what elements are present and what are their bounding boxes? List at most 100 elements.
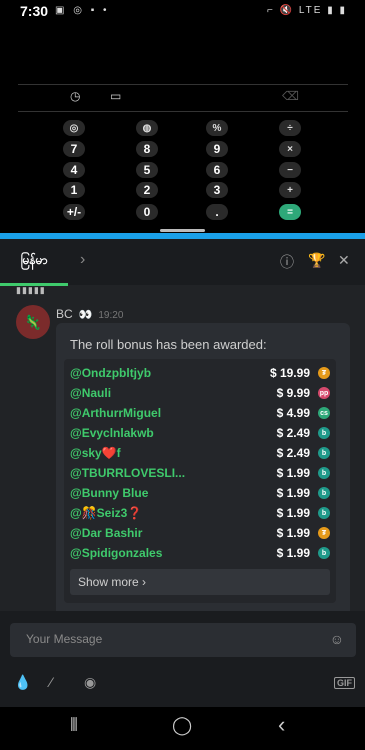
user-mention[interactable]: @sky❤️f [70,446,121,460]
currency-icon: ₮ [318,527,330,539]
status-bar: 7:30 ▣ ◎ ▪ • ⌐ 🔇 LTE ▮ ▮ [0,0,365,24]
previous-message-fragment: ▮▮▮▮▮ [16,285,46,295]
message-headline: The roll bonus has been awarded: [70,337,267,352]
show-more-button[interactable]: Show more › [70,569,330,595]
list-item: @Ondzpbltjyb $ 19.99 ₮ [64,363,336,383]
info-icon[interactable]: ⓘ [280,252,294,272]
bonus-amount: $ 19.99 [269,366,310,380]
list-item: @ArthurrMiguel $ 4.99 cs [64,403,336,423]
key-multiply[interactable]: × [279,141,301,157]
key-2[interactable]: 2 [136,182,158,198]
key-negate[interactable]: +/- [63,204,85,220]
chat-messages[interactable]: ▮▮▮▮▮ 🦎 BC 👀 19:20 The roll bonus has been… [0,285,365,611]
currency-icon: b [318,547,330,559]
system-icons: ⌐ 🔇 LTE ▮ ▮ [266,5,347,16]
chat-app: မြန်မာ › ⓘ 🏆 ✕ ▮▮▮▮▮ 🦎 BC 👀 19:20 The roll… [0,233,365,707]
key-angle[interactable]: ◍ [136,120,158,136]
currency-icon: cs [318,407,330,419]
key-0[interactable]: 0 [136,204,158,220]
key-5[interactable]: 5 [136,162,158,178]
close-icon[interactable]: ✕ [338,252,350,269]
user-mention[interactable]: @Nauli [70,386,111,400]
key-8[interactable]: 8 [136,141,158,157]
bonus-amount: $ 1.99 [276,466,310,480]
user-mention[interactable]: @Evyclnlakwb [70,426,154,440]
key-plus[interactable]: + [279,182,301,198]
bonus-amount: $ 2.49 [276,446,310,460]
tab-myanmar[interactable]: မြန်မာ [0,239,68,286]
key-percent[interactable]: % [206,120,228,136]
user-mention[interactable]: @TBURRLOVESLI... [70,466,185,480]
list-item: @Bunny Blue $ 1.99 b [64,483,336,503]
currency-icon: b [318,427,330,439]
notification-icons: ▣ ◎ ▪ • [55,5,110,16]
currency-icon: b [318,447,330,459]
calculator-panel: ◷ ▭ ⌫ ◎ ◍% ÷ 7 8 9 × 4 5 6 − 1 2 3 + +/- 0. = [0,24,365,230]
trophy-icon[interactable]: 🏆 [308,252,325,269]
bonus-amount: $ 1.99 [276,506,310,520]
message-time: 19:20 [98,310,124,321]
bonus-list: @Ondzpbltjyb $ 19.99 ₮ @Nauli $ 9.99 pp @Arthu… [64,359,336,603]
key-divide[interactable]: ÷ [279,120,301,136]
currency-icon: ₮ [318,367,330,379]
list-item: @Evyclnlakwb $ 2.49 b [64,423,336,443]
bonus-amount: $ 2.49 [276,426,310,440]
currency-icon: b [318,467,330,479]
bonus-amount: $ 1.99 [276,486,310,500]
key-memory[interactable]: ◎ [63,120,85,136]
avatar[interactable]: 🦎 [16,305,50,339]
bonus-amount: $ 1.99 [276,546,310,560]
bonus-amount: $ 9.99 [276,386,310,400]
list-item: @sky❤️f $ 2.49 b [64,443,336,463]
message-meta: BC 👀 19:20 [56,307,123,321]
user-mention[interactable]: @ArthurrMiguel [70,406,161,420]
currency-icon: pp [318,387,330,399]
key-6[interactable]: 6 [206,162,228,178]
chat-header: မြန်မာ › ⓘ 🏆 ✕ [0,239,365,286]
message-bubble: The roll bonus has been awarded: @Ondzpb… [56,323,350,611]
calculator-toolbar: ◷ ▭ ⌫ [18,84,348,112]
key-decimal[interactable]: . [206,204,228,220]
ruler-icon[interactable]: ▭ [110,89,121,103]
coin-drop-icon[interactable]: ◉ [84,674,96,691]
rain-drop-icon[interactable]: 💧 [14,674,31,691]
bonus-amount: $ 1.99 [276,526,310,540]
user-mention[interactable]: @Bunny Blue [70,486,148,500]
key-1[interactable]: 1 [63,182,85,198]
list-item: @TBURRLOVESLI... $ 1.99 b [64,463,336,483]
backspace-icon[interactable]: ⌫ [282,89,299,103]
user-mention[interactable]: @Spidigonzales [70,546,162,560]
system-nav-bar: ⦀ ◯ ‹ [0,707,365,750]
user-mention[interactable]: @🎊Seiz3❓ [70,506,142,520]
drag-handle[interactable] [160,229,205,232]
status-time: 7:30 [20,3,49,19]
recents-button[interactable]: ⦀ [70,715,78,736]
composer: ☺ 💧 ⁄ ◉ GIF [0,611,365,707]
message-input[interactable] [24,631,328,647]
command-slash-icon[interactable]: ⁄ [50,674,52,690]
author-name[interactable]: BC [56,307,73,321]
back-button[interactable]: ‹ [278,712,285,738]
eyes-icon: 👀 [78,309,93,321]
bonus-amount: $ 4.99 [276,406,310,420]
user-mention[interactable]: @Dar Bashir [70,526,142,540]
home-button[interactable]: ◯ [172,715,192,736]
list-item: @Spidigonzales $ 1.99 b [64,543,336,563]
key-minus[interactable]: − [279,162,301,178]
history-icon[interactable]: ◷ [70,89,80,103]
show-more-label: Show more › [78,575,147,589]
message-box[interactable]: ☺ [10,623,356,657]
emoji-icon[interactable]: ☺ [330,631,344,647]
key-equals[interactable]: = [279,204,301,220]
key-3[interactable]: 3 [206,182,228,198]
currency-icon: b [318,487,330,499]
key-7[interactable]: 7 [63,141,85,157]
key-4[interactable]: 4 [63,162,85,178]
gif-icon[interactable]: GIF [334,677,355,689]
currency-icon: b [318,507,330,519]
chevron-right-icon[interactable]: › [80,251,85,269]
list-item: @Dar Bashir $ 1.99 ₮ [64,523,336,543]
key-9[interactable]: 9 [206,141,228,157]
user-mention[interactable]: @Ondzpbltjyb [70,366,151,380]
list-item: @🎊Seiz3❓ $ 1.99 b [64,503,336,523]
